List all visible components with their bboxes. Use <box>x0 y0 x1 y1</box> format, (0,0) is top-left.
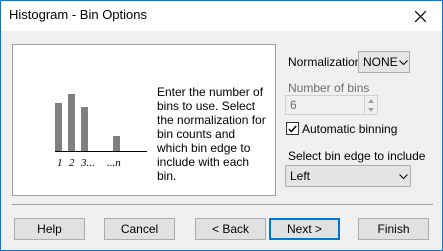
checkmark-icon <box>288 125 297 133</box>
close-icon <box>414 10 426 22</box>
normalization-value: NONE <box>363 55 398 69</box>
dialog-window: Histogram - Bin Options 1 2 3... ...n En… <box>0 0 443 251</box>
finish-button[interactable]: Finish <box>358 218 429 240</box>
bin-label-3: 3... <box>81 157 95 169</box>
divider <box>12 204 433 205</box>
bin-label-2: 2 <box>69 157 75 169</box>
histogram-bar <box>55 103 62 151</box>
close-button[interactable] <box>398 1 442 31</box>
bins-spinner[interactable]: 6 <box>285 95 378 115</box>
auto-binning-checkbox[interactable] <box>286 122 299 135</box>
chevron-down-icon <box>398 59 409 65</box>
next-button[interactable]: Next > <box>269 218 340 240</box>
bin-label-n: ...n <box>107 157 121 169</box>
help-button[interactable]: Help <box>14 218 85 240</box>
cancel-button[interactable]: Cancel <box>104 218 175 240</box>
title-bar: Histogram - Bin Options <box>1 1 442 31</box>
histogram-axis <box>55 151 147 152</box>
window-title: Histogram - Bin Options <box>9 7 147 22</box>
chevron-down-icon <box>396 173 410 179</box>
bin-edge-value: Left <box>290 169 311 183</box>
auto-binning-label[interactable]: Automatic binning <box>302 122 397 136</box>
back-button[interactable]: < Back <box>195 218 266 240</box>
histogram-bar <box>68 94 75 151</box>
normalization-label: Normalization <box>288 55 362 69</box>
spin-up-icon[interactable] <box>365 96 377 105</box>
spin-down-icon[interactable] <box>365 105 377 114</box>
histogram-bar <box>113 136 120 151</box>
histogram-bar <box>81 107 88 151</box>
bin-label-1: 1 <box>57 157 63 169</box>
instructions-text: Enter the number of bins to use. Select … <box>157 85 266 183</box>
bins-value: 6 <box>290 98 297 112</box>
bins-label: Number of bins <box>288 81 370 95</box>
histogram-illustration-panel: 1 2 3... ...n Enter the number of bins t… <box>12 44 276 196</box>
bin-edge-label: Select bin edge to include <box>288 149 426 163</box>
bin-edge-select[interactable]: Left <box>285 165 411 187</box>
normalization-select[interactable]: NONE <box>358 51 410 73</box>
